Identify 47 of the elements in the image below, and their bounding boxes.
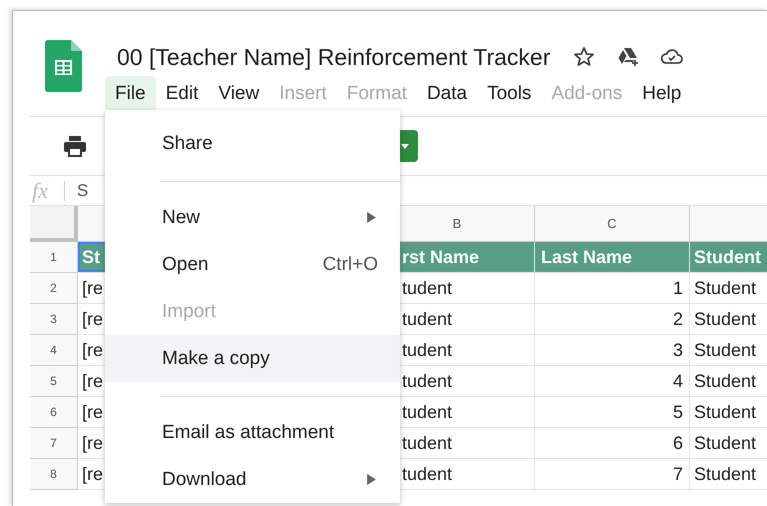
table-cell: 3 [535,335,690,366]
toolbar-button[interactable] [400,130,418,162]
menu-item[interactable]: Help [632,76,692,112]
table-cell: Student [690,397,767,428]
option-label: New [162,206,200,228]
table-cell: Student [690,366,767,397]
table-cell: 2 [535,304,690,335]
table-cell: 5 [535,397,690,428]
header-cell: Last Name [535,242,690,273]
table-cell: Student [690,335,767,366]
star-icon[interactable] [572,45,596,69]
menu-item[interactable]: Edit [156,76,208,112]
document-title[interactable]: 00 [Teacher Name] Reinforcement Tracker [117,44,550,70]
column-header[interactable]: C [535,206,690,242]
row-number[interactable]: 4 [30,335,78,366]
row-number[interactable]: 1 [30,242,78,273]
header-cell: Student [690,242,767,273]
fx-label: fx [32,178,48,204]
corner-cell[interactable] [30,206,78,242]
table-cell: 7 [535,459,690,490]
print-icon[interactable] [63,135,87,157]
row-number[interactable]: 2 [30,273,78,304]
menu-option[interactable]: Make a copy [105,335,400,382]
menu-item[interactable]: File [105,76,156,112]
row-number[interactable]: 3 [30,304,78,335]
table-cell: Student [690,428,767,459]
row-number[interactable]: 7 [30,428,78,459]
menu-item[interactable]: Tools [477,76,542,112]
shortcut-text: Ctrl+O [322,254,378,276]
table-cell: Student [690,304,767,335]
row-number[interactable]: 5 [30,366,78,397]
row-number[interactable]: 6 [30,397,78,428]
option-label: Download [162,468,246,490]
formula-value[interactable]: S [76,180,88,200]
drive-icon[interactable] [616,45,640,69]
menu-item[interactable]: View [208,76,270,112]
option-label: Open [162,254,208,276]
table-cell: Student [690,273,767,304]
menu-item[interactable]: Data [416,76,478,112]
option-label: Share [162,132,213,154]
row-number[interactable]: 8 [30,459,78,490]
table-cell: Student [690,459,767,490]
table-cell: 4 [535,366,690,397]
menu-option[interactable]: Share [105,120,400,167]
table-cell: 6 [535,428,690,459]
table-cell: 1 [535,273,690,304]
sheets-logo-icon[interactable] [45,40,82,92]
